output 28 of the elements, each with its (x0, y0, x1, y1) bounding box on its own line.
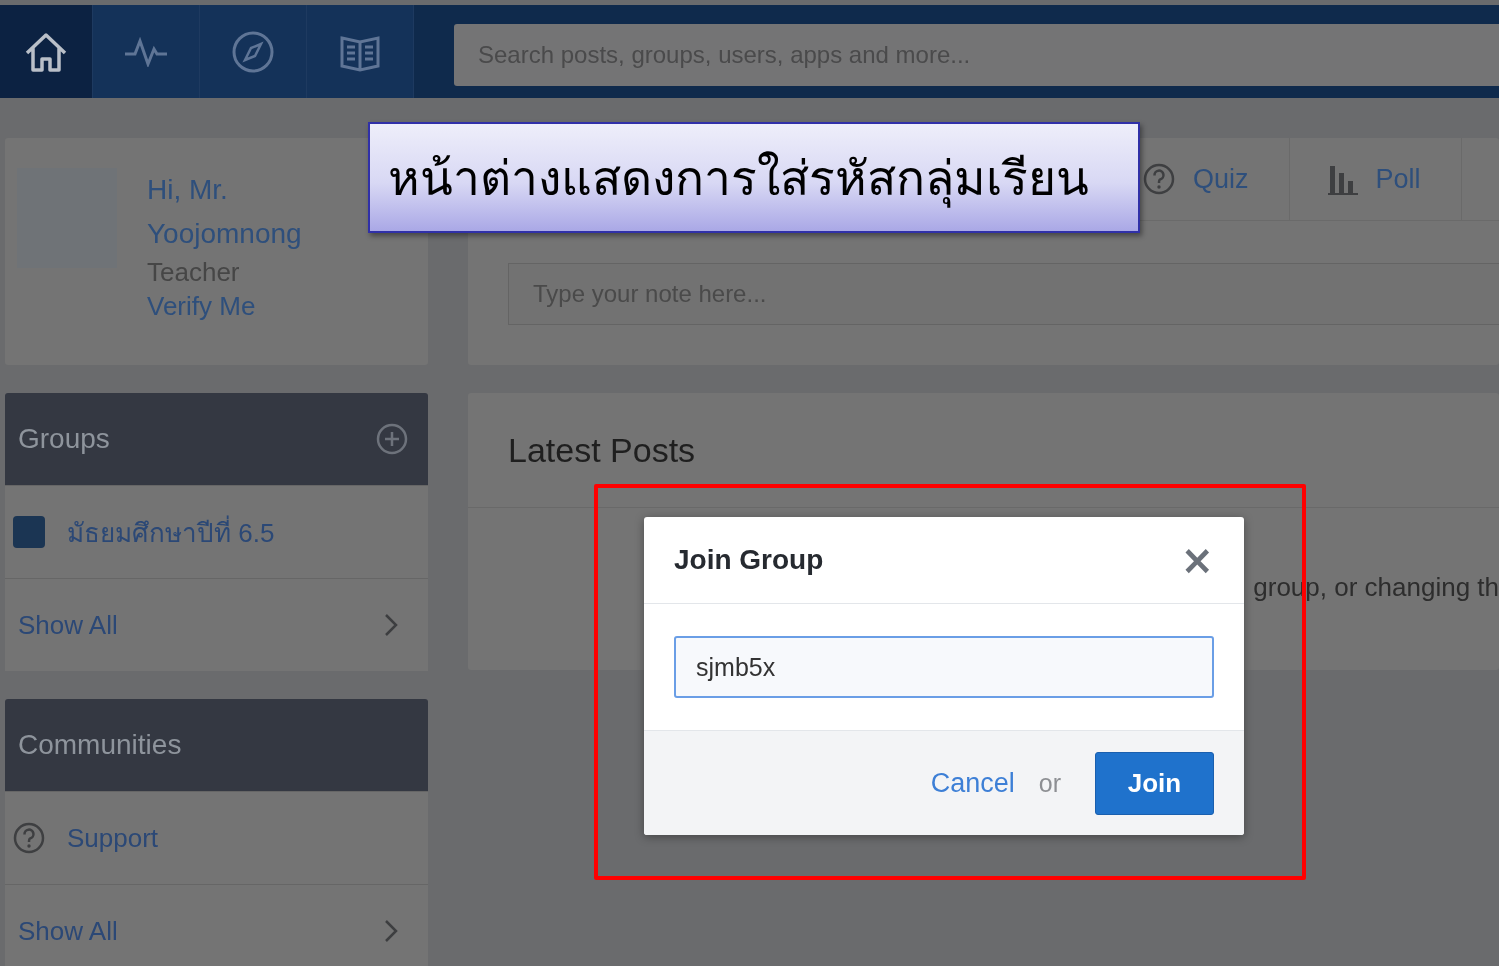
verify-link[interactable]: Verify Me (147, 288, 347, 324)
community-item[interactable]: Support (5, 791, 428, 884)
cancel-link[interactable]: Cancel (930, 767, 1015, 799)
section-title: Latest Posts (508, 430, 696, 470)
chevron-right-icon (384, 613, 398, 637)
panel-title: Groups (18, 423, 110, 455)
nav-tab[interactable] (0, 5, 93, 98)
panel-title: Communities (18, 729, 182, 761)
help-icon (13, 822, 45, 854)
composer-tab[interactable]: Quiz (1143, 138, 1290, 220)
add-icon[interactable] (376, 423, 408, 455)
or-label: or (1038, 768, 1061, 798)
composer-tab[interactable]: Poll (1327, 138, 1462, 220)
group-code-field[interactable]: sjmb5x (674, 636, 1214, 698)
join-button[interactable]: Join (1095, 751, 1214, 815)
annotation-text: หน้าต่างแสดงการใส่รหัสกลุ่มเรียน (388, 148, 1089, 210)
dialog-title: Join Group (674, 544, 824, 576)
show-all-link[interactable]: Show All (5, 884, 428, 966)
pulse-icon (123, 36, 169, 67)
compass-icon (231, 29, 275, 74)
home-icon (23, 30, 69, 73)
close-button[interactable]: × (1180, 540, 1214, 580)
group-item[interactable]: มัธยมศึกษาปีที่ 6.5 (5, 485, 428, 578)
greeting-link[interactable]: Hi, Mr. Yoojomnong (147, 168, 347, 256)
help-icon (1143, 163, 1175, 195)
chevron-right-icon (384, 919, 398, 943)
bar-chart-icon (1327, 163, 1358, 195)
show-all-link[interactable]: Show All (5, 578, 428, 671)
